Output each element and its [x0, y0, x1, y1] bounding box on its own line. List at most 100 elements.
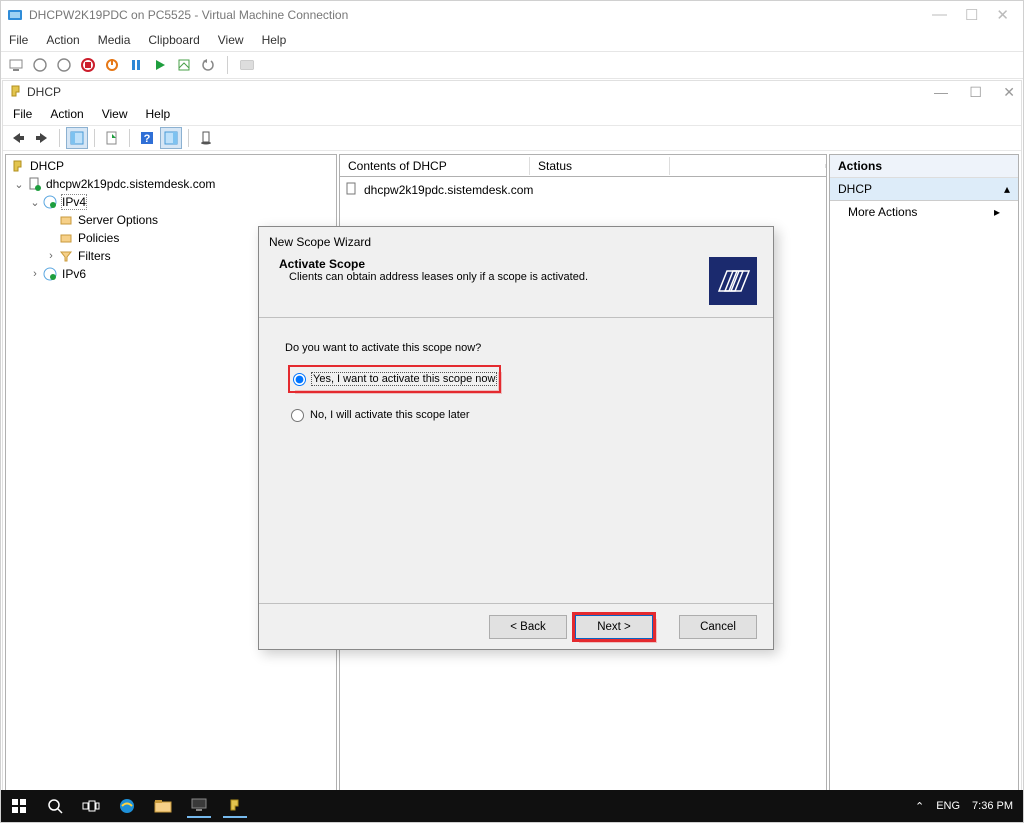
tree-root-label: DHCP: [30, 159, 64, 173]
content-row-label: dhcpw2k19pdc.sistemdesk.com: [364, 183, 533, 197]
shutdown-icon[interactable]: [103, 56, 121, 74]
pause-icon[interactable]: [127, 56, 145, 74]
actions-pane: Actions DHCP ▴ More Actions ▸: [829, 154, 1019, 811]
manage-authorized-servers-icon[interactable]: [195, 127, 217, 149]
dhcp-menu-file[interactable]: File: [13, 107, 32, 121]
svg-text:?: ?: [144, 133, 151, 145]
tray-up-icon[interactable]: ⌃: [915, 800, 924, 813]
dhcp-sep2: [94, 129, 95, 147]
vm-toolbar: [1, 51, 1023, 79]
task-view-icon[interactable]: [79, 794, 103, 818]
dhcp-titlebar: DHCP — ☐ ✕: [3, 81, 1021, 103]
menu-view[interactable]: View: [218, 33, 244, 47]
maximize-button[interactable]: ☐: [965, 6, 978, 24]
expander-icon[interactable]: ›: [44, 250, 58, 262]
dhcp-maximize-button[interactable]: ☐: [969, 84, 982, 100]
dhcp-app-icon: [9, 84, 23, 101]
dhcp-menubar: File Action View Help: [3, 103, 1021, 125]
dhcp-menu-action[interactable]: Action: [50, 107, 83, 121]
col-status[interactable]: Status: [530, 157, 670, 175]
col-empty: [670, 164, 826, 168]
dhcp-close-button[interactable]: ✕: [1003, 84, 1015, 100]
wizard-heading: Activate Scope: [279, 257, 709, 271]
server-manager-icon[interactable]: [187, 794, 211, 818]
explorer-icon[interactable]: [151, 794, 175, 818]
dhcp-menu-help[interactable]: Help: [146, 107, 171, 121]
chevron-right-icon: ▸: [994, 205, 1000, 219]
wizard-footer: < Back Next > Cancel: [259, 603, 773, 649]
minimize-button[interactable]: —: [932, 6, 947, 24]
actions-item-dhcp[interactable]: DHCP ▴: [830, 178, 1018, 201]
menu-media[interactable]: Media: [98, 33, 131, 47]
turn-off-icon[interactable]: [79, 56, 97, 74]
toolbar-separator: [227, 56, 228, 74]
tree-root-dhcp[interactable]: DHCP: [6, 157, 336, 175]
wizard-subheading: Clients can obtain address leases only i…: [289, 271, 709, 283]
search-icon[interactable]: [43, 794, 67, 818]
vm-icon: [7, 7, 23, 23]
dhcp-menu-view[interactable]: View: [102, 107, 128, 121]
dhcp-sep4: [188, 129, 189, 147]
dhcp-window-controls: — ☐ ✕: [916, 84, 1015, 101]
radio-activate-now-label: Yes, I want to activate this scope now: [312, 373, 496, 385]
tree-ipv4[interactable]: ⌄ IPv4: [6, 193, 336, 211]
ctrl-alt-del-icon[interactable]: [7, 56, 25, 74]
next-button[interactable]: Next >: [575, 615, 653, 639]
stop-icon[interactable]: [55, 56, 73, 74]
vm-window: DHCPW2K19PDC on PC5525 - Virtual Machine…: [0, 0, 1024, 823]
menu-file[interactable]: File: [9, 33, 28, 47]
radio-activate-now-input[interactable]: [293, 373, 306, 386]
content-row-server[interactable]: dhcpw2k19pdc.sistemdesk.com: [344, 181, 822, 199]
cancel-button[interactable]: Cancel: [679, 615, 757, 639]
menu-help[interactable]: Help: [262, 33, 287, 47]
tree-server-options-label: Server Options: [78, 213, 158, 227]
forward-icon[interactable]: [31, 127, 53, 149]
language-indicator[interactable]: ENG: [936, 800, 960, 812]
col-contents[interactable]: Contents of DHCP: [340, 157, 530, 175]
server-icon: [344, 182, 360, 199]
new-scope-wizard-dialog: New Scope Wizard Activate Scope Clients …: [258, 226, 774, 650]
radio-activate-later[interactable]: No, I will activate this scope later: [291, 404, 747, 426]
help-icon[interactable]: ?: [136, 127, 158, 149]
radio-activate-later-label: No, I will activate this scope later: [310, 409, 470, 421]
back-button[interactable]: < Back: [489, 615, 567, 639]
revert-icon[interactable]: [199, 56, 217, 74]
checkpoint-icon[interactable]: [175, 56, 193, 74]
wizard-question: Do you want to activate this scope now?: [285, 342, 747, 354]
back-icon[interactable]: [7, 127, 29, 149]
collapse-icon[interactable]: ▴: [1004, 182, 1010, 196]
dhcp-title-text: DHCP: [27, 85, 916, 99]
dhcp-root-icon: [10, 158, 26, 174]
menu-action[interactable]: Action: [46, 33, 79, 47]
export-list-icon[interactable]: [101, 127, 123, 149]
close-button[interactable]: ✕: [996, 6, 1009, 24]
actions-header: Actions: [830, 155, 1018, 178]
menu-clipboard[interactable]: Clipboard: [148, 33, 199, 47]
play-icon[interactable]: [151, 56, 169, 74]
actions-more[interactable]: More Actions ▸: [830, 201, 1018, 223]
clock[interactable]: 7:36 PM: [972, 800, 1013, 812]
radio-activate-now[interactable]: Yes, I want to activate this scope now: [291, 368, 498, 390]
expander-icon[interactable]: ⌄: [12, 178, 26, 191]
start-icon[interactable]: [31, 56, 49, 74]
ie-icon[interactable]: [115, 794, 139, 818]
dhcp-sep3: [129, 129, 130, 147]
start-button[interactable]: [7, 794, 31, 818]
policies-icon: [58, 230, 74, 246]
enhanced-session-icon[interactable]: [238, 56, 256, 74]
radio-activate-later-input[interactable]: [291, 409, 304, 422]
taskbar[interactable]: ⌃ ENG 7:36 PM: [1, 790, 1023, 822]
dhcp-taskbar-icon[interactable]: [223, 794, 247, 818]
server-icon: [26, 176, 42, 192]
show-hide-tree-icon[interactable]: [66, 127, 88, 149]
dhcp-minimize-button[interactable]: —: [934, 84, 948, 100]
dhcp-sep1: [59, 129, 60, 147]
vm-window-controls: — ☐ ✕: [932, 6, 1017, 24]
expander-icon[interactable]: ⌄: [28, 196, 42, 209]
show-hide-action-icon[interactable]: [160, 127, 182, 149]
expander-icon[interactable]: ›: [28, 268, 42, 280]
ipv4-icon: [42, 194, 58, 210]
wizard-title: New Scope Wizard: [259, 227, 773, 253]
vm-menubar: File Action Media Clipboard View Help: [1, 29, 1023, 51]
tree-server[interactable]: ⌄ dhcpw2k19pdc.sistemdesk.com: [6, 175, 336, 193]
